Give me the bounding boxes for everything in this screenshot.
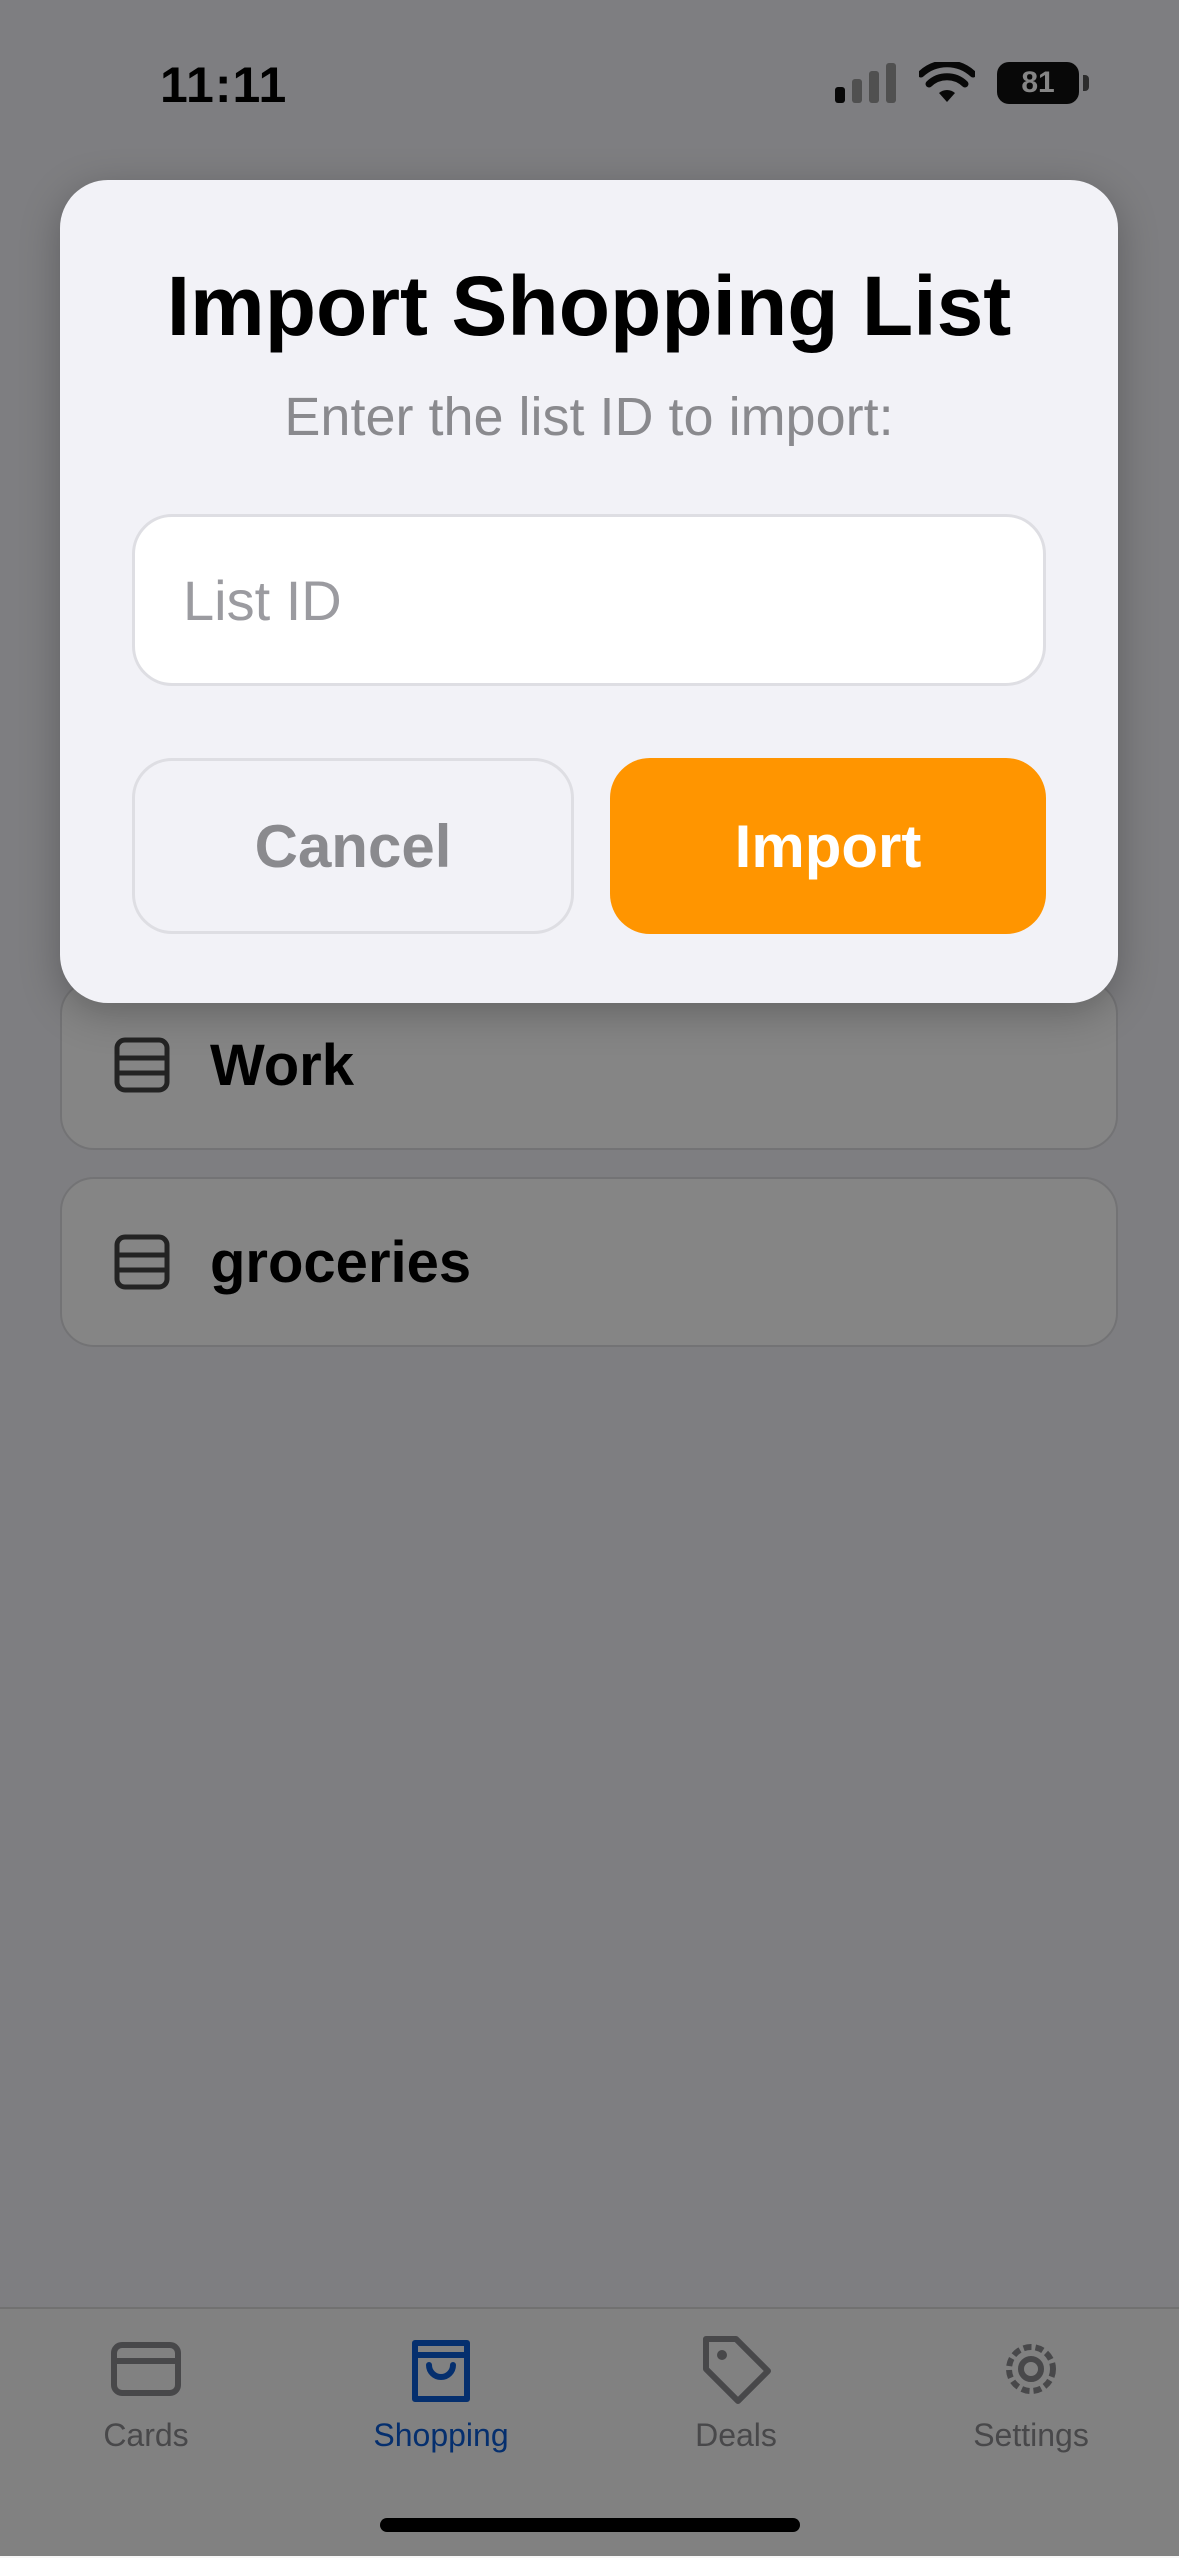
import-dialog: Import Shopping List Enter the list ID t… — [60, 180, 1118, 1003]
dialog-subtitle: Enter the list ID to import: — [284, 387, 894, 447]
cancel-button[interactable]: Cancel — [132, 758, 574, 934]
import-button[interactable]: Import — [610, 758, 1046, 934]
dialog-title: Import Shopping List — [166, 259, 1012, 353]
list-id-input[interactable] — [132, 514, 1046, 686]
